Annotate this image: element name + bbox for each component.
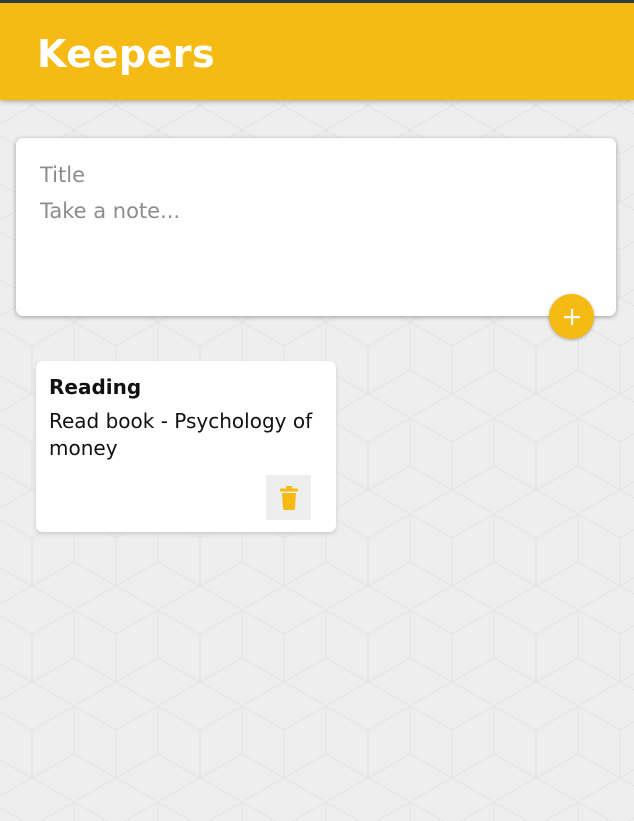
note-content: Read book - Psychology of money <box>49 409 313 460</box>
note-title-input[interactable] <box>40 160 580 190</box>
trash-icon <box>279 485 298 510</box>
note-title: Reading <box>49 375 142 399</box>
delete-note-button[interactable] <box>266 475 311 520</box>
note-card: Reading Read book - Psychology of money <box>36 361 336 532</box>
window-top-border <box>0 0 634 3</box>
create-note-form <box>16 138 616 316</box>
add-note-button[interactable] <box>549 294 594 339</box>
app-header: Keepers <box>0 3 634 100</box>
plus-icon <box>563 308 580 325</box>
app-title: Keepers <box>37 32 216 76</box>
note-content-input[interactable] <box>40 199 580 289</box>
